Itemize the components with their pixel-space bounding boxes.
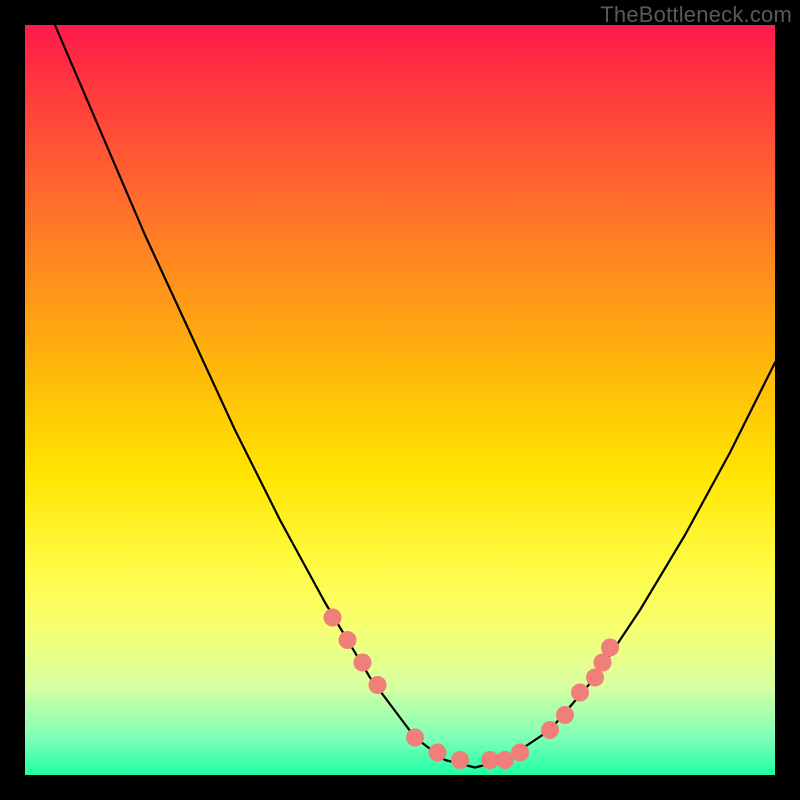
- watermark-text: TheBottleneck.com: [600, 2, 792, 28]
- highlight-dot: [406, 729, 424, 747]
- highlight-dot: [601, 639, 619, 657]
- highlight-dot: [451, 751, 469, 769]
- chart-frame: TheBottleneck.com: [0, 0, 800, 800]
- highlight-dot: [571, 684, 589, 702]
- curve-layer: [25, 25, 775, 775]
- highlight-dot: [339, 631, 357, 649]
- highlight-dot: [556, 706, 574, 724]
- highlight-dots-group: [324, 609, 620, 770]
- highlight-dot: [541, 721, 559, 739]
- highlight-dot: [354, 654, 372, 672]
- highlight-dot: [369, 676, 387, 694]
- plot-area: [25, 25, 775, 775]
- highlight-dot: [429, 744, 447, 762]
- bottleneck-curve: [55, 25, 775, 768]
- highlight-dot: [511, 744, 529, 762]
- highlight-dot: [324, 609, 342, 627]
